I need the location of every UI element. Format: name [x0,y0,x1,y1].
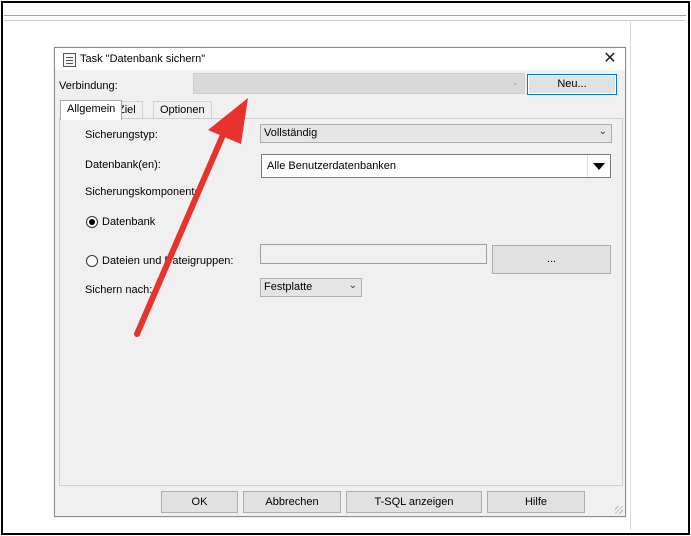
annotation-arrow [134,98,248,337]
annotation-arrow-head [208,98,248,144]
annotation-arrow-shaft [134,125,229,337]
tab-allgemein[interactable]: Allgemein [60,100,123,120]
